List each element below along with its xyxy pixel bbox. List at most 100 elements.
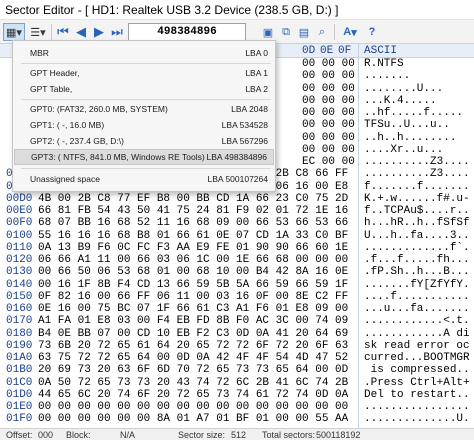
hex-row-ascii: .............f`. <box>364 241 470 254</box>
hex-row-offset: 00E0 <box>6 205 33 217</box>
hex-row-bytes: 73 6B 20 72 65 61 64 20 65 72 72 6F 72 2… <box>38 339 349 352</box>
menu-item-lba: LBA 1 <box>245 68 268 78</box>
hex-row-ascii: ..........Z3.... <box>364 168 470 181</box>
view-menu-icon[interactable]: ☰▾ <box>27 23 49 41</box>
hex-row[interactable]: 00F0 68 07 BB 16 68 52 11 16 68 09 00 66 … <box>0 217 474 229</box>
hex-row-ascii: K.+.w......f#.u- <box>364 192 470 205</box>
hex-row-bytes: 00 00 00 <box>302 107 355 119</box>
hex-row-bytes: 00 00 00 00 00 00 00 00 00 00 00 00 00 0… <box>38 401 349 413</box>
menu-item-mbr[interactable]: MBR LBA 0 <box>14 45 274 61</box>
paste-icon[interactable]: ▤ <box>296 23 312 41</box>
help-icon[interactable]: ? <box>364 23 380 41</box>
status-bar: Offset: 000 Block: N/A Sector size: 512 … <box>0 428 474 440</box>
hex-row[interactable]: 0100 55 16 16 16 68 B8 01 66 61 0E 07 CD … <box>0 230 474 242</box>
hex-row-ascii: ...u...fa....... <box>364 303 470 315</box>
hex-col-0f: 0F <box>338 45 352 57</box>
hex-row-bytes: 4B 00 2B C8 77 EF B8 00 BB CD 1A 66 23 C… <box>38 192 349 205</box>
sector-size-value: 512 <box>231 430 247 440</box>
copy-icon[interactable]: ⧉ <box>278 23 294 41</box>
hex-row-ascii: .Press Ctrl+Alt+ <box>364 376 470 389</box>
hex-row-ascii: R.NTFS <box>364 58 404 70</box>
hex-row-bytes: 0A 50 72 65 73 73 20 43 74 72 6C 2B 41 6… <box>38 376 349 389</box>
hex-row[interactable]: 0140 00 16 1F 8B F4 CD 13 66 59 5B 5A 66 … <box>0 279 474 291</box>
hex-row-bytes: 00 00 00 <box>302 70 355 83</box>
menu-separator <box>21 99 271 100</box>
hex-row-offset: 01F0 <box>6 413 33 426</box>
offset-label: Offset: <box>6 430 33 440</box>
menu-item-label: GPT0: (FAT32, 260.0 MB, SYSTEM) <box>30 104 168 114</box>
menu-item-lba: LBA 498384896 <box>206 152 267 162</box>
font-icon-glyph: A <box>343 26 352 38</box>
hex-row-bytes: 55 16 16 16 68 B8 01 66 61 0E 07 CD 1A 3… <box>38 229 349 242</box>
menu-item-gpt-header[interactable]: GPT Header, LBA 1 <box>14 65 274 81</box>
menu-item-lba: LBA 0 <box>245 48 268 58</box>
menu-item-gpt-table[interactable]: GPT Table, LBA 2 <box>14 81 274 97</box>
hex-row[interactable]: 00E0 66 81 FB 54 43 50 41 75 24 81 F9 02 … <box>0 205 474 217</box>
hex-row[interactable]: 0150 0F 82 16 00 66 FF 06 11 00 03 16 0F … <box>0 291 474 303</box>
hex-row[interactable]: 0170 A1 FA 01 E8 03 00 F4 EB FD 8B F0 AC … <box>0 315 474 327</box>
hex-row-ascii: ...K.4..... <box>364 94 437 107</box>
ascii-col-header: ASCII <box>364 45 398 57</box>
hex-row-bytes: B4 0E BB 07 00 CD 10 EB F2 C3 0D 0A 41 2… <box>38 327 349 340</box>
total-sectors-value: 500118192 <box>316 430 361 440</box>
last-sector-icon[interactable]: ⏭ <box>109 23 125 41</box>
menu-item-gpt0[interactable]: GPT0: (FAT32, 260.0 MB, SYSTEM) LBA 2048 <box>14 101 274 117</box>
hex-row-offset: 01D0 <box>6 388 33 401</box>
hex-row[interactable]: 0160 0E 16 00 75 BC 07 1F 66 61 C3 A1 F6 … <box>0 303 474 315</box>
hex-row[interactable]: 0110 0A 13 B9 F6 0C FC F3 AA E9 FE 01 90 … <box>0 242 474 254</box>
menu-separator <box>21 63 271 64</box>
menu-separator <box>21 168 271 169</box>
hex-row-bytes: A1 FA 01 E8 03 00 F4 EB FD 8B F0 AC 3C 0… <box>38 315 349 328</box>
hex-row[interactable]: 0120 06 66 A1 11 00 66 03 06 1C 00 1E 66 … <box>0 254 474 266</box>
hex-row-ascii: ....... <box>364 70 411 83</box>
hex-row[interactable]: 0130 00 66 50 06 53 68 01 00 68 10 00 B4 … <box>0 266 474 278</box>
hex-row-offset: 0130 <box>6 266 33 279</box>
hex-row-offset: 0180 <box>6 327 33 340</box>
window-title: Sector Editor - [ HD1: Realtek USB 3.2 D… <box>5 3 339 17</box>
hex-row-ascii: f.......f....... <box>364 180 470 193</box>
find-icon[interactable]: ⌕ <box>314 23 330 41</box>
partition-menu-icon[interactable]: ▦▾ <box>3 23 25 41</box>
menu-item-lba: LBA 2048 <box>231 104 268 114</box>
hex-row[interactable]: 00D0 4B 00 2B C8 77 EF B8 00 BB CD 1A 66 … <box>0 193 474 205</box>
next-sector-icon[interactable]: ▶ <box>91 23 107 41</box>
hex-row-ascii: sk read error oc <box>364 339 470 352</box>
previous-sector-icon[interactable]: ◀ <box>73 23 89 41</box>
sector-number-input[interactable]: 498384896 <box>128 23 246 41</box>
menu-item-gpt2[interactable]: GPT2: ( -, 237.4 GB, D:\) LBA 567296 <box>14 133 274 149</box>
hex-row-offset: 01A0 <box>6 352 33 364</box>
menu-item-label: GPT Header, <box>30 68 80 78</box>
hex-row-offset: 0170 <box>6 315 33 328</box>
hex-row-bytes: 0F 82 16 00 66 FF 06 11 00 03 16 0F 00 8… <box>38 290 349 303</box>
hex-row[interactable]: 01F0 00 00 00 00 00 00 8A 01 A7 01 BF 01 … <box>0 413 474 425</box>
hex-row[interactable]: 01A0 63 75 72 72 65 64 00 0D 0A 42 4F 4F … <box>0 352 474 364</box>
save-icon[interactable]: ▣ <box>260 23 276 41</box>
menu-item-gpt1[interactable]: GPT1: ( -, 16.0 MB) LBA 534528 <box>14 117 274 133</box>
first-sector-icon[interactable]: ⏮ <box>55 23 71 41</box>
hex-row-ascii: f..TCPAu$....r.. <box>364 205 470 217</box>
hex-row-offset: 00F0 <box>6 217 33 230</box>
hex-row-ascii: ..........Z3.... <box>364 156 470 168</box>
hex-row[interactable]: 0190 73 6B 20 72 65 61 64 20 65 72 72 6F … <box>0 340 474 352</box>
hex-row-ascii: ....Xr..u... <box>364 143 444 156</box>
total-sectors-label: Total sectors: <box>262 430 316 440</box>
hex-row-offset: 00D0 <box>6 192 33 205</box>
block-label: Block: <box>66 430 91 440</box>
partition-dropdown-menu: MBR LBA 0 GPT Header, LBA 1 GPT Table, L… <box>12 40 276 192</box>
hex-row-ascii: U...h..fa....3.. <box>364 229 470 242</box>
menu-item-gpt3[interactable]: GPT3: ( NTFS, 841.0 MB, Windows RE Tools… <box>14 149 274 165</box>
hex-row-bytes: 00 00 00 <box>302 131 355 144</box>
hex-row-ascii: ....f........... <box>364 290 470 303</box>
hex-row[interactable]: 01B0 20 69 73 20 63 6F 6D 70 72 65 73 73 … <box>0 364 474 376</box>
hex-row[interactable]: 01C0 0A 50 72 65 73 73 20 43 74 72 6C 2B … <box>0 377 474 389</box>
menu-item-unassigned[interactable]: Unassigned space LBA 500107264 <box>14 171 274 187</box>
font-icon[interactable]: A ▾ <box>340 23 360 41</box>
hex-row[interactable]: 0180 B4 0E BB 07 00 CD 10 EB F2 C3 0D 0A … <box>0 328 474 340</box>
hex-row[interactable]: 01D0 44 65 6C 20 74 6F 20 72 65 73 74 61 … <box>0 389 474 401</box>
hex-row-offset: 0110 <box>6 241 33 254</box>
hex-row-bytes: 00 00 00 <box>302 94 355 107</box>
hex-row[interactable]: 01E0 00 00 00 00 00 00 00 00 00 00 00 00 … <box>0 401 474 413</box>
menu-item-lba: LBA 567296 <box>221 136 268 146</box>
hex-row-bytes: 00 00 00 00 00 00 8A 01 A7 01 BF 01 00 0… <box>38 413 349 426</box>
hex-row-bytes: 20 69 73 20 63 6F 6D 70 72 65 73 73 65 6… <box>38 364 349 377</box>
